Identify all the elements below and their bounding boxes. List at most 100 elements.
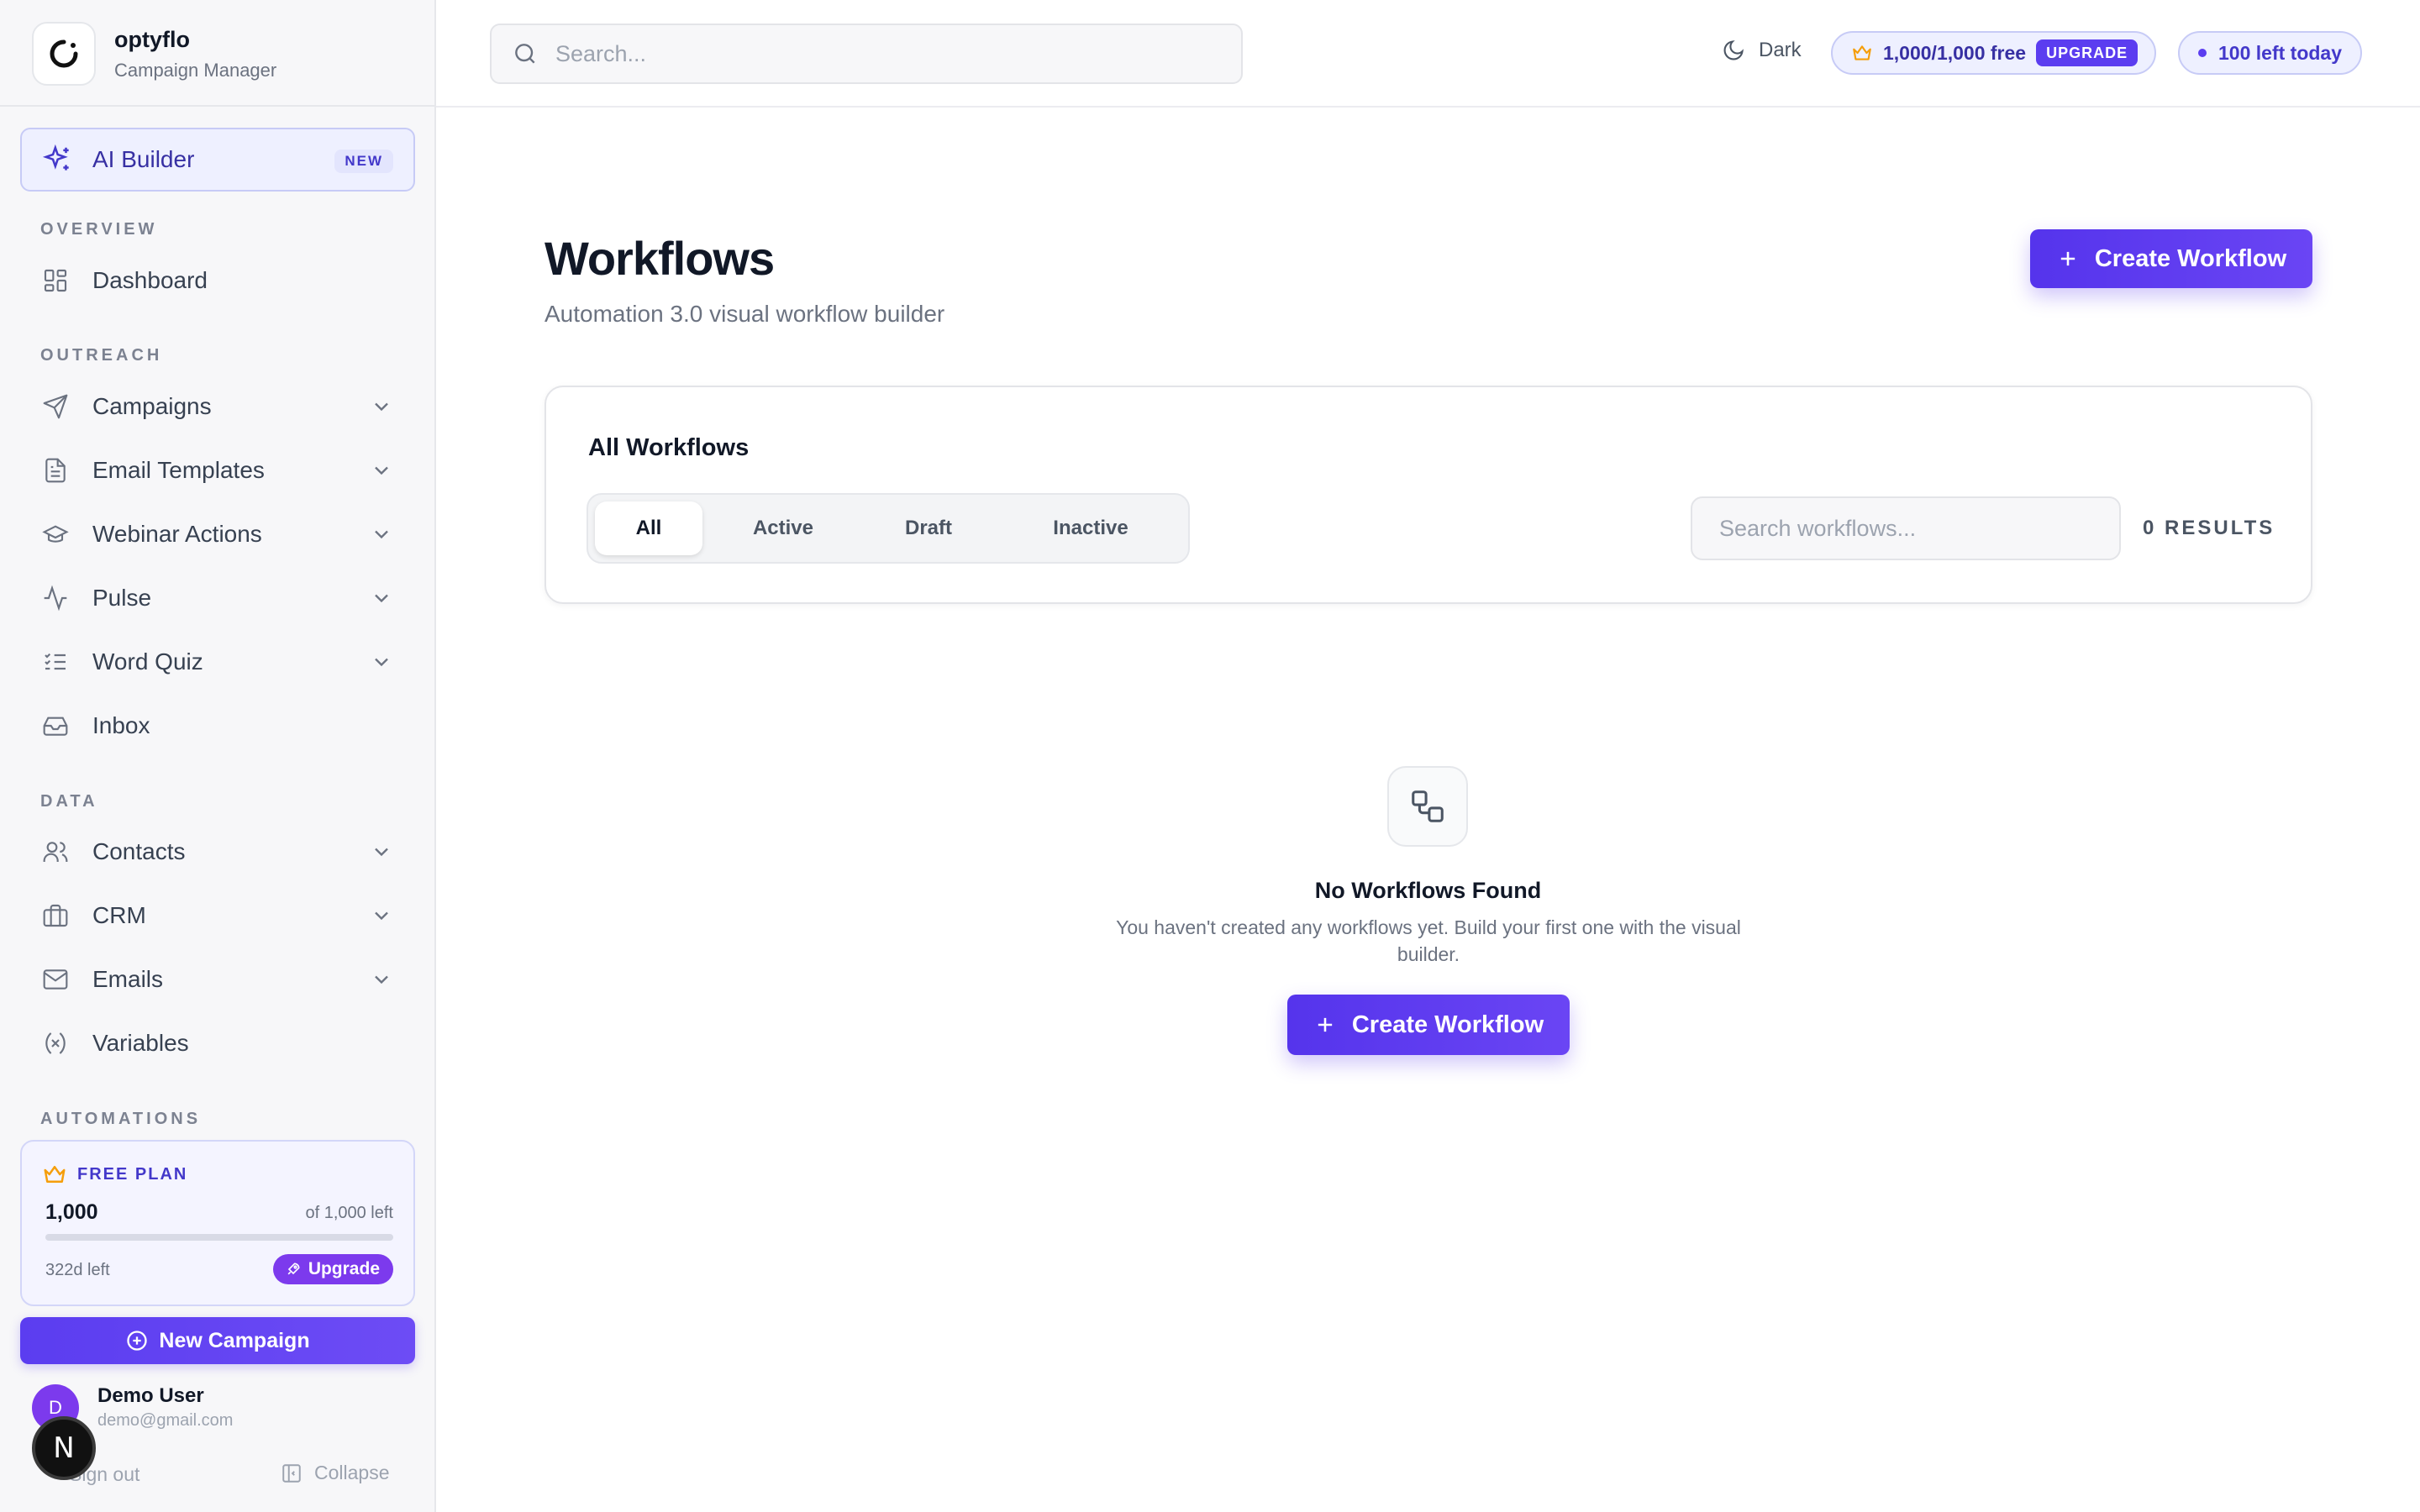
rocket-icon (287, 1263, 300, 1275)
tab-draft[interactable]: Draft (865, 501, 992, 555)
sidebar-item-email-templates[interactable]: Email Templates (20, 442, 415, 499)
plus-circle-icon (127, 1331, 148, 1351)
new-campaign-label: New Campaign (159, 1328, 310, 1352)
sidebar-item-emails[interactable]: Emails (20, 951, 415, 1008)
sidebar-item-dashboard[interactable]: Dashboard (20, 252, 415, 309)
graduation-cap-icon (40, 519, 71, 549)
collapse-button[interactable]: Collapse (281, 1462, 390, 1484)
activity-icon (40, 583, 71, 613)
sidebar-item-contacts[interactable]: Contacts (20, 823, 415, 880)
daily-limit-pill: 100 left today (2178, 31, 2362, 75)
sidebar: optyflo Campaign Manager AI Builder NEW … (0, 0, 436, 1512)
plan-usage-bar (45, 1234, 393, 1241)
upgrade-tag[interactable]: UPGRADE (2036, 39, 2139, 66)
nextjs-dev-badge[interactable]: N (32, 1416, 96, 1480)
sidebar-item-label: Inbox (92, 712, 150, 738)
sidebar-item-label: Emails (92, 966, 164, 992)
results-count: 0 RESULTS (2143, 517, 2275, 539)
chevron-down-icon[interactable] (370, 586, 393, 610)
workflow-icon (1387, 766, 1468, 847)
tab-inactive[interactable]: Inactive (1007, 501, 1175, 555)
new-campaign-button[interactable]: New Campaign (20, 1317, 415, 1364)
page-title: Workflows (544, 232, 775, 285)
plan-of-text: of 1,000 left (305, 1204, 393, 1222)
create-workflow-label: Create Workflow (2094, 244, 2287, 272)
sidebar-item-variables[interactable]: Variables (20, 1015, 415, 1072)
chevron-down-icon[interactable] (370, 395, 393, 418)
inbox-icon (40, 711, 71, 741)
page-subtitle: Automation 3.0 visual workflow builder (544, 301, 945, 327)
sidebar-item-label: Webinar Actions (92, 521, 262, 547)
sidebar-item-webinar-actions[interactable]: Webinar Actions (20, 506, 415, 563)
sidebar-item-label: Dashboard (92, 267, 208, 293)
plan-title: FREE PLAN (77, 1165, 188, 1184)
daily-limit-text: 100 left today (2218, 41, 2342, 64)
empty-state-description: You haven't created any workflows yet. B… (1116, 916, 1741, 965)
ai-builder-button[interactable]: AI Builder NEW (20, 128, 415, 192)
credits-pill[interactable]: 1,000/1,000 free UPGRADE (1831, 31, 2157, 75)
plan-count: 1,000 (45, 1200, 98, 1224)
new-badge: NEW (334, 150, 393, 173)
topbar: Search... Dark 1,000/1,000 free UPGRADE … (436, 0, 2420, 108)
send-icon (40, 391, 71, 422)
section-data: DATA (40, 792, 98, 811)
users-icon (40, 837, 71, 867)
sidebar-item-label: Contacts (92, 838, 186, 864)
sidebar-item-label: Variables (92, 1030, 189, 1056)
sidebar-item-label: Campaigns (92, 393, 212, 419)
empty-state-title: No Workflows Found (1314, 878, 1542, 903)
brand-header: optyflo Campaign Manager (0, 0, 434, 107)
search-input[interactable]: Search... (490, 24, 1243, 84)
sidebar-item-label: Word Quiz (92, 648, 203, 675)
chevron-down-icon[interactable] (370, 904, 393, 927)
tab-active[interactable]: Active (714, 501, 852, 555)
section-automations: AUTOMATIONS (40, 1110, 202, 1128)
empty-create-workflow-button[interactable]: Create Workflow (1287, 995, 1570, 1055)
sidebar-item-inbox[interactable]: Inbox (20, 697, 415, 754)
dashboard-icon (40, 265, 71, 296)
chevron-down-icon[interactable] (370, 650, 393, 674)
empty-create-workflow-label: Create Workflow (1351, 1011, 1544, 1038)
sidebar-item-label: Email Templates (92, 457, 265, 483)
user-name: Demo User (97, 1384, 204, 1407)
collapse-label: Collapse (314, 1462, 390, 1483)
plan-upgrade-button[interactable]: Upgrade (272, 1254, 393, 1284)
sidebar-collapse-icon (282, 1463, 301, 1483)
theme-label: Dark (1759, 39, 1802, 61)
moon-icon (1723, 40, 1744, 60)
logo-icon (50, 39, 78, 68)
workflow-search-input[interactable]: Search workflows... (1691, 496, 2121, 560)
user-email: demo@gmail.com (97, 1411, 234, 1430)
sidebar-item-pulse[interactable]: Pulse (20, 570, 415, 627)
sparkles-icon (42, 144, 69, 171)
sidebar-item-label: CRM (92, 902, 146, 928)
sidebar-item-label: Pulse (92, 585, 152, 611)
chevron-down-icon[interactable] (370, 968, 393, 991)
tab-all[interactable]: All (595, 501, 702, 555)
sidebar-item-word-quiz[interactable]: Word Quiz (20, 633, 415, 690)
search-icon (515, 44, 535, 64)
brand-logo[interactable] (32, 22, 96, 86)
variable-icon (40, 1028, 71, 1058)
sidebar-item-campaigns[interactable]: Campaigns (20, 378, 415, 435)
document-icon (40, 455, 71, 486)
brand-subtitle: Campaign Manager (114, 60, 277, 81)
workflow-filter-card: All Workflows All Active Draft Inactive … (544, 386, 2312, 604)
plan-upgrade-label: Upgrade (308, 1259, 380, 1278)
status-tabs: All Active Draft Inactive (587, 493, 1190, 564)
brand-name: optyflo (114, 27, 190, 52)
plus-icon (2060, 251, 2075, 266)
theme-toggle[interactable]: Dark (1722, 39, 1802, 62)
section-overview: OVERVIEW (40, 220, 158, 239)
crown-icon (44, 1166, 66, 1183)
chevron-down-icon[interactable] (370, 522, 393, 546)
ai-builder-label: AI Builder (92, 146, 195, 172)
briefcase-icon (40, 900, 71, 931)
mail-icon (40, 964, 71, 995)
section-outreach: OUTREACH (40, 346, 163, 365)
create-workflow-button[interactable]: Create Workflow (2030, 229, 2312, 288)
chevron-down-icon[interactable] (370, 459, 393, 482)
plus-icon (1318, 1017, 1333, 1032)
filter-title: All Workflows (588, 434, 750, 461)
chevron-down-icon[interactable] (370, 840, 393, 864)
